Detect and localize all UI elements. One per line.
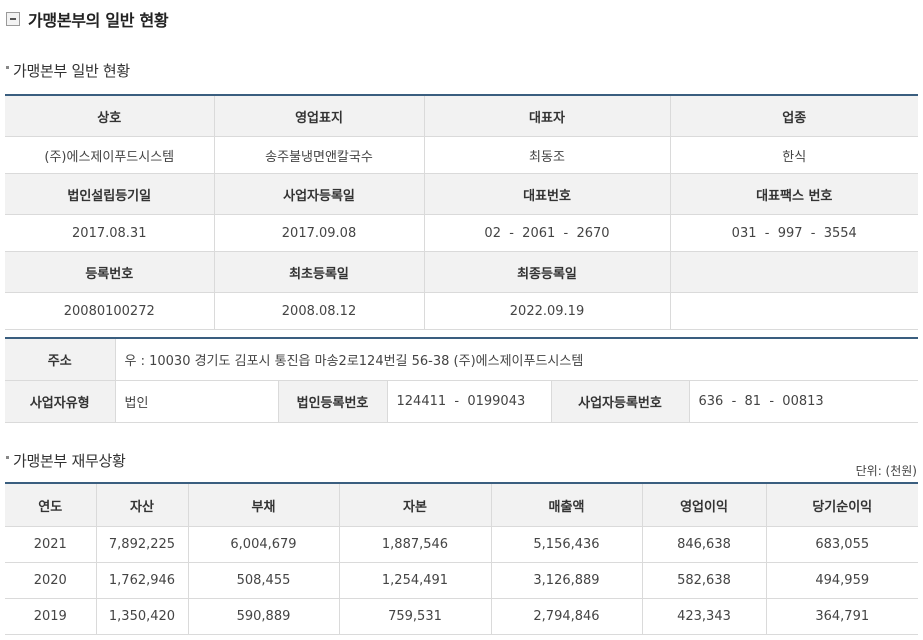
business-type-label: 사업자유형 bbox=[5, 380, 116, 423]
finance-subtitle: 가맹본부 재무상황 bbox=[13, 452, 126, 470]
header-year: 연도 bbox=[5, 483, 97, 527]
header-operating-income: 영업이익 bbox=[642, 483, 767, 527]
header-cell: 영업표지 bbox=[214, 95, 425, 137]
address-table: 주소 우 : 10030 경기도 김포시 통진읍 마송2로124번길 56-38… bbox=[5, 337, 919, 423]
table-row: 주소 우 : 10030 경기도 김포시 통진읍 마송2로124번길 56-38… bbox=[5, 338, 919, 381]
cell-liabilities: 590,889 bbox=[188, 598, 340, 635]
biz-reg-number-label: 사업자등록번호 bbox=[551, 380, 690, 423]
business-type-value: 법인 bbox=[115, 380, 279, 423]
table-row: 2021 7,892,225 6,004,679 1,887,546 5,156… bbox=[5, 526, 918, 563]
header-assets: 자산 bbox=[96, 483, 189, 527]
cell-assets: 1,350,420 bbox=[96, 598, 189, 635]
cell-revenue: 2,794,846 bbox=[491, 598, 643, 635]
company-name: (주)에스제이푸드시스템 bbox=[5, 136, 215, 174]
header-cell: 상호 bbox=[5, 95, 215, 137]
section-title: 가맹본부의 일반 현황 bbox=[28, 11, 169, 30]
header-cell: 법인설립등기일 bbox=[5, 173, 215, 215]
cell-revenue: 5,156,436 bbox=[491, 526, 643, 563]
cell-assets: 7,892,225 bbox=[96, 526, 189, 563]
table-row: 20080100272 2008.08.12 2022.09.19 bbox=[5, 292, 918, 330]
bullet-icon bbox=[6, 66, 9, 69]
section-header: 가맹본부의 일반 현황 bbox=[6, 8, 169, 30]
table-row: 사업자유형 법인 법인등록번호 124411 - 0199043 사업자등록번호… bbox=[5, 380, 919, 423]
general-subtitle: 가맹본부 일반 현황 bbox=[13, 62, 130, 80]
cell-year: 2021 bbox=[5, 526, 97, 563]
general-subtitle-wrap: 가맹본부 일반 현황 bbox=[6, 60, 130, 81]
header-cell: 대표팩스 번호 bbox=[670, 173, 918, 215]
address-value: 우 : 10030 경기도 김포시 통진읍 마송2로124번길 56-38 (주… bbox=[115, 338, 919, 381]
header-cell: 업종 bbox=[670, 95, 918, 137]
empty-cell bbox=[670, 292, 918, 330]
cell-net-income: 494,959 bbox=[766, 562, 918, 599]
first-registration-date: 2008.08.12 bbox=[214, 292, 425, 330]
table-header-row: 등록번호 최초등록일 최종등록일 bbox=[5, 251, 918, 293]
cell-operating-income: 846,638 bbox=[642, 526, 767, 563]
business-registration-date: 2017.09.08 bbox=[214, 214, 425, 252]
header-liabilities: 부채 bbox=[188, 483, 340, 527]
cell-liabilities: 508,455 bbox=[188, 562, 340, 599]
corp-reg-number-value: 124411 - 0199043 bbox=[387, 380, 552, 423]
header-cell: 최초등록일 bbox=[214, 251, 425, 293]
table-row: 2020 1,762,946 508,455 1,254,491 3,126,8… bbox=[5, 562, 918, 599]
cell-revenue: 3,126,889 bbox=[491, 562, 643, 599]
corp-reg-number-label: 법인등록번호 bbox=[278, 380, 388, 423]
table-row: 2019 1,350,420 590,889 759,531 2,794,846… bbox=[5, 598, 918, 635]
table-header-row: 연도 자산 부채 자본 매출액 영업이익 당기순이익 bbox=[5, 483, 918, 527]
header-cell: 대표번호 bbox=[424, 173, 671, 215]
cell-equity: 1,254,491 bbox=[339, 562, 492, 599]
header-cell: 대표자 bbox=[424, 95, 671, 137]
representative: 최동조 bbox=[424, 136, 671, 174]
header-net-income: 당기순이익 bbox=[766, 483, 918, 527]
address-label: 주소 bbox=[5, 338, 116, 381]
cell-operating-income: 582,638 bbox=[642, 562, 767, 599]
unit-label: 단위: (천원) bbox=[855, 464, 917, 478]
table-header-row: 상호 영업표지 대표자 업종 bbox=[5, 95, 918, 137]
last-registration-date: 2022.09.19 bbox=[424, 292, 671, 330]
brand-name: 송주불냉면앤칼국수 bbox=[214, 136, 425, 174]
header-cell: 등록번호 bbox=[5, 251, 215, 293]
cell-equity: 759,531 bbox=[339, 598, 492, 635]
cell-assets: 1,762,946 bbox=[96, 562, 189, 599]
finance-table: 연도 자산 부채 자본 매출액 영업이익 당기순이익 2021 7,892,22… bbox=[5, 482, 918, 635]
header-cell: 사업자등록일 bbox=[214, 173, 425, 215]
cell-year: 2019 bbox=[5, 598, 97, 635]
cell-equity: 1,887,546 bbox=[339, 526, 492, 563]
header-cell: 최종등록일 bbox=[424, 251, 671, 293]
collapse-icon[interactable] bbox=[6, 12, 20, 26]
table-row: 2017.08.31 2017.09.08 02 - 2061 - 2670 0… bbox=[5, 214, 918, 252]
bullet-icon bbox=[6, 456, 9, 459]
cell-operating-income: 423,343 bbox=[642, 598, 767, 635]
industry: 한식 bbox=[670, 136, 918, 174]
general-info-table: 상호 영업표지 대표자 업종 (주)에스제이푸드시스템 송주불냉면앤칼국수 최동… bbox=[5, 94, 918, 330]
cell-liabilities: 6,004,679 bbox=[188, 526, 340, 563]
header-equity: 자본 bbox=[339, 483, 492, 527]
header-revenue: 매출액 bbox=[491, 483, 643, 527]
cell-year: 2020 bbox=[5, 562, 97, 599]
table-row: (주)에스제이푸드시스템 송주불냉면앤칼국수 최동조 한식 bbox=[5, 136, 918, 174]
fax-number: 031 - 997 - 3554 bbox=[670, 214, 918, 252]
phone-number: 02 - 2061 - 2670 bbox=[424, 214, 671, 252]
cell-net-income: 364,791 bbox=[766, 598, 918, 635]
table-header-row: 법인설립등기일 사업자등록일 대표번호 대표팩스 번호 bbox=[5, 173, 918, 215]
finance-subtitle-wrap: 가맹본부 재무상황 bbox=[6, 450, 126, 471]
biz-reg-number-value: 636 - 81 - 00813 bbox=[689, 380, 919, 423]
registration-number: 20080100272 bbox=[5, 292, 215, 330]
header-cell bbox=[670, 251, 918, 293]
corp-registration-date: 2017.08.31 bbox=[5, 214, 215, 252]
cell-net-income: 683,055 bbox=[766, 526, 918, 563]
